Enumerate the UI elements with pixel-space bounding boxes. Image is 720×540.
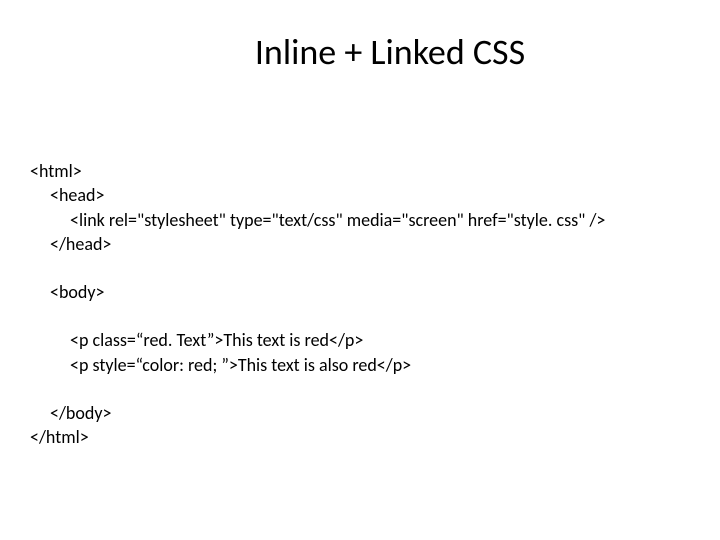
code-line: <html> [30, 159, 690, 183]
code-line: <link rel="stylesheet" type="text/css" m… [30, 208, 690, 232]
slide-container: Inline + Linked CSS <html> <head> <link … [0, 0, 720, 540]
blank-line [30, 304, 690, 328]
code-line: <p style=“color: red; ”>This text is als… [30, 353, 690, 377]
blank-line [30, 256, 690, 280]
slide-title: Inline + Linked CSS [150, 30, 630, 74]
blank-line [30, 377, 690, 401]
code-line: </html> [30, 425, 690, 449]
code-line: <body> [30, 280, 690, 304]
code-line: <p class=“red. Text”>This text is red</p… [30, 328, 690, 352]
code-line: </head> [30, 232, 690, 256]
code-line: <head> [30, 183, 690, 207]
code-line: </body> [30, 401, 690, 425]
code-example: <html> <head> <link rel="stylesheet" typ… [30, 159, 690, 450]
